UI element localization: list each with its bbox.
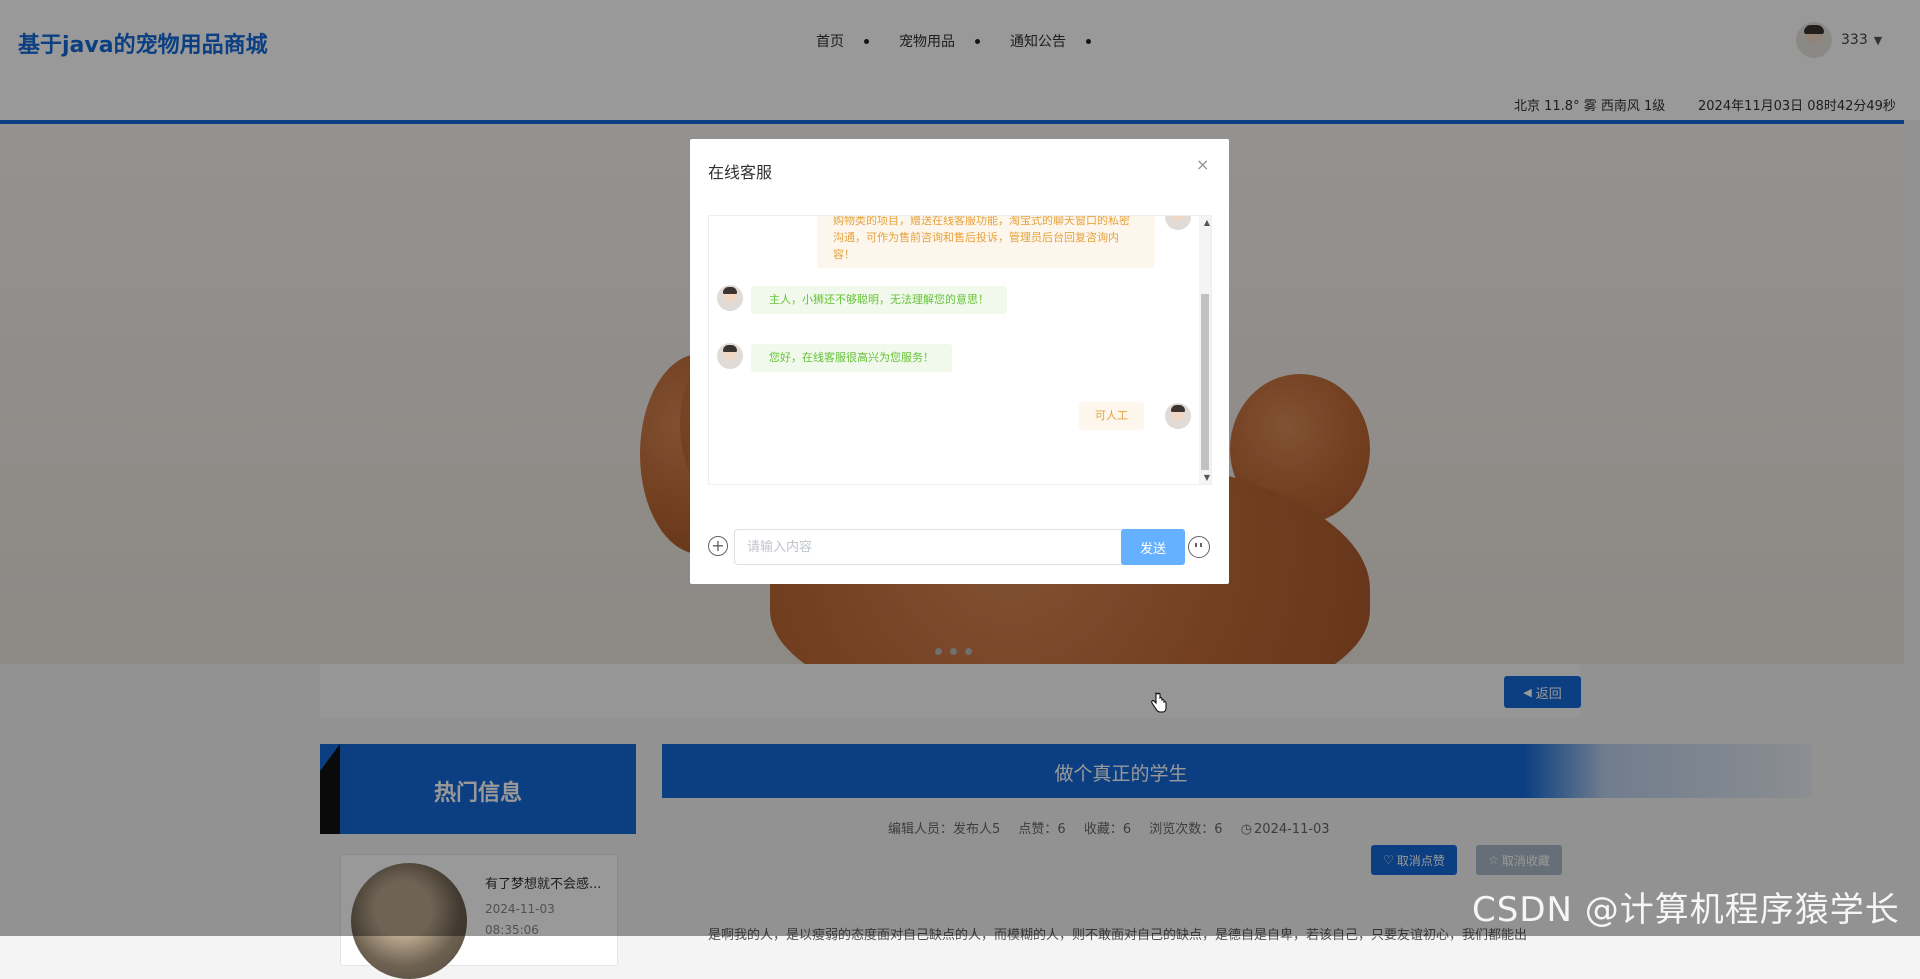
service-avatar [717,343,743,369]
user-message-text: 购物类的项目，赠送在线客服功能，淘宝式的聊天窗口的私密沟通，可作为售前咨询和售后… [833,215,1130,261]
chat-input-row: + 发送 [708,529,1210,565]
chat-messages[interactable]: 购物类的项目，赠送在线客服功能，淘宝式的聊天窗口的私密沟通，可作为售前咨询和售后… [708,215,1212,485]
chat-dialog-title: 在线客服 [708,163,773,182]
emoji-icon[interactable] [1188,536,1210,558]
service-message: 您好，在线客服很高兴为您服务！ [751,344,952,372]
service-message: 主人，小狮还不够聪明，无法理解您的意思！ [751,286,1007,314]
service-message-text: 您好，在线客服很高兴为您服务！ [769,351,934,364]
close-icon[interactable]: × [1196,155,1209,174]
user-avatar [1165,216,1191,230]
csdn-watermark: CSDN @计算机程序猿学长 [1472,890,1900,930]
message-input[interactable] [734,529,1128,565]
plus-icon[interactable]: + [708,536,728,556]
send-button[interactable]: 发送 [1121,529,1185,565]
service-message-text: 主人，小狮还不够聪明，无法理解您的意思！ [769,293,989,306]
scroll-down-icon[interactable]: ▼ [1204,473,1210,482]
user-message: 可人工 [1079,402,1144,430]
scroll-up-icon[interactable]: ▲ [1204,218,1210,227]
chat-dialog: 在线客服 × 购物类的项目，赠送在线客服功能，淘宝式的聊天窗口的私密沟通，可作为… [690,139,1229,713]
user-message-text: 可人工 [1095,409,1128,422]
scrollbar-thumb[interactable] [1201,294,1209,470]
service-avatar [717,285,743,311]
chat-scrollbar[interactable]: ▲ ▼ [1199,216,1211,484]
user-message: 购物类的项目，赠送在线客服功能，淘宝式的聊天窗口的私密沟通，可作为售前咨询和售后… [817,215,1155,268]
user-avatar [1165,403,1191,429]
hand-cursor-icon [1151,692,1167,713]
